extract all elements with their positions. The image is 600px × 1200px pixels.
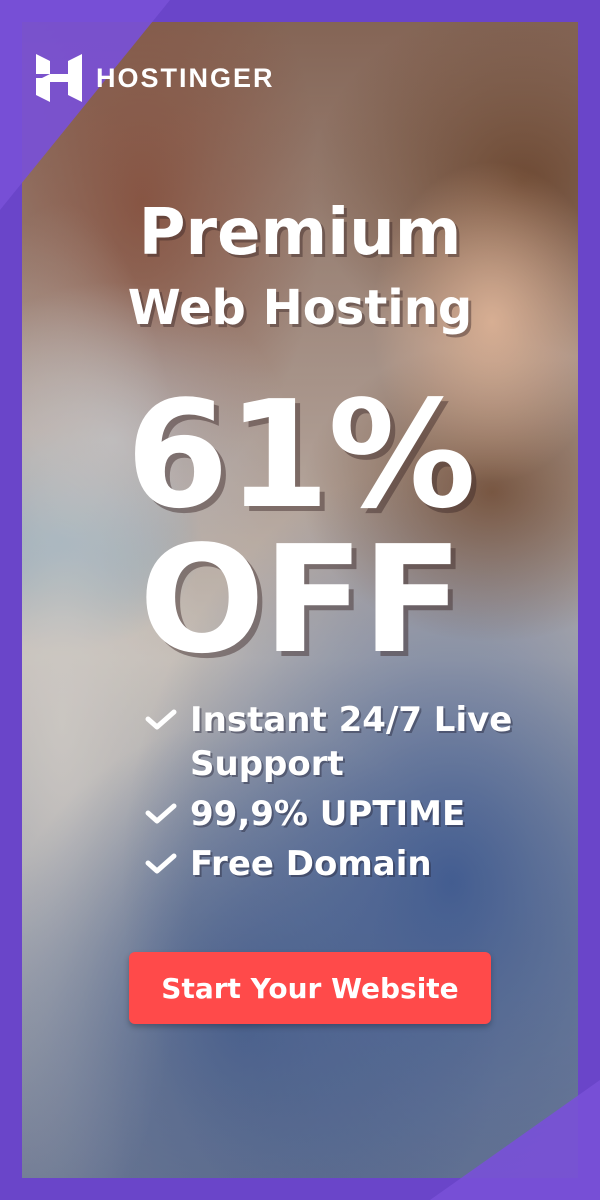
feature-item: Instant 24/7 Live Support <box>142 698 562 786</box>
decorative-corner-bottom-right <box>430 1080 600 1200</box>
headline-web-hosting: Web Hosting <box>127 280 473 336</box>
brand-logo[interactable]: HOSTINGER <box>36 54 275 102</box>
start-your-website-button[interactable]: Start Your Website <box>129 952 491 1024</box>
feature-list: Instant 24/7 Live Support 99,9% UPTIME F… <box>142 698 562 892</box>
discount-percentage: 61% <box>125 369 476 541</box>
hosting-ad-banner[interactable]: HOSTINGER Premium Web Hosting 61% OFF In… <box>0 0 600 1200</box>
hostinger-h-logo-icon <box>36 54 82 102</box>
check-icon <box>145 709 177 730</box>
decorative-corner-top-left <box>0 0 170 210</box>
discount-off-label: OFF <box>138 514 463 686</box>
headline-premium: Premium <box>138 196 462 270</box>
feature-item: 99,9% UPTIME <box>142 792 562 836</box>
feature-text: 99,9% UPTIME <box>190 794 466 834</box>
check-icon <box>145 853 177 874</box>
feature-item: Free Domain <box>142 842 562 886</box>
feature-text: Free Domain <box>190 844 432 884</box>
feature-text: Instant 24/7 Live Support <box>190 700 513 784</box>
check-icon <box>145 803 177 824</box>
brand-name: HOSTINGER <box>96 62 275 93</box>
